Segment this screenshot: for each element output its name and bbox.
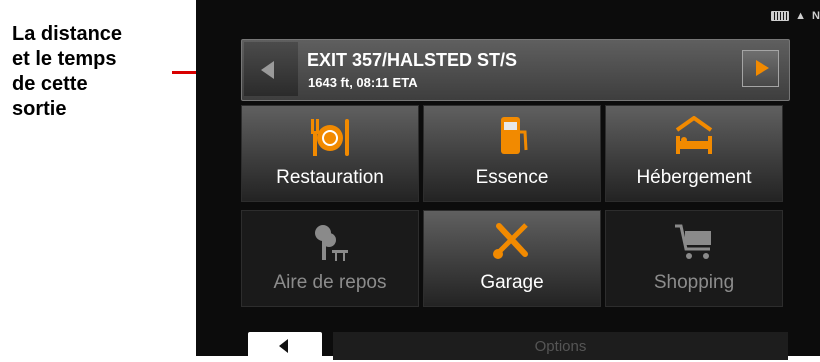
fuel-tile[interactable]: Essence xyxy=(423,105,601,202)
status-bar: ▲ N xyxy=(771,8,820,24)
annotation-text: La distance et le temps de cette sortie xyxy=(12,22,187,122)
rest-area-tile[interactable]: Aire de repos xyxy=(241,210,419,307)
fuel-label: Essence xyxy=(475,167,549,188)
garage-label: Garage xyxy=(480,272,544,293)
annotation-line: de cette xyxy=(12,73,88,95)
restaurant-label: Restauration xyxy=(276,167,384,188)
restaurant-tile[interactable]: Restauration xyxy=(241,105,419,202)
lodging-icon xyxy=(675,116,713,154)
navigation-screen: ▲ N EXIT 357/HALSTED ST/S 1643 ft, 08:11… xyxy=(196,0,820,360)
battery-icon xyxy=(771,11,790,21)
lodging-tile[interactable]: Hébergement xyxy=(605,105,783,202)
shopping-label: Shopping xyxy=(653,272,735,293)
annotation-line: La distance xyxy=(12,23,123,45)
exit-distance-time: 1643 ft, 08:11 ETA xyxy=(308,75,418,90)
previous-exit-button[interactable] xyxy=(244,42,298,96)
restaurant-icon xyxy=(311,119,349,156)
annotation-line: et le temps xyxy=(12,48,117,70)
garage-tile[interactable]: Garage xyxy=(423,210,601,307)
annotation-line: sortie xyxy=(12,98,67,120)
shopping-tile[interactable]: Shopping xyxy=(605,210,783,307)
warning-icon: ▲ xyxy=(795,10,807,22)
lodging-label: Hébergement xyxy=(636,167,752,188)
shopping-icon xyxy=(675,224,711,259)
exit-title: EXIT 357/HALSTED ST/S xyxy=(307,50,518,70)
fuel-icon xyxy=(501,117,528,154)
signal-icon: N xyxy=(812,10,820,22)
garage-icon xyxy=(493,223,528,259)
rest-area-icon xyxy=(315,225,348,261)
rest-area-label: Aire de repos xyxy=(273,272,387,293)
exit-info-banner: EXIT 357/HALSTED ST/S 1643 ft, 08:11 ETA xyxy=(241,39,790,101)
next-exit-button[interactable] xyxy=(742,50,779,87)
